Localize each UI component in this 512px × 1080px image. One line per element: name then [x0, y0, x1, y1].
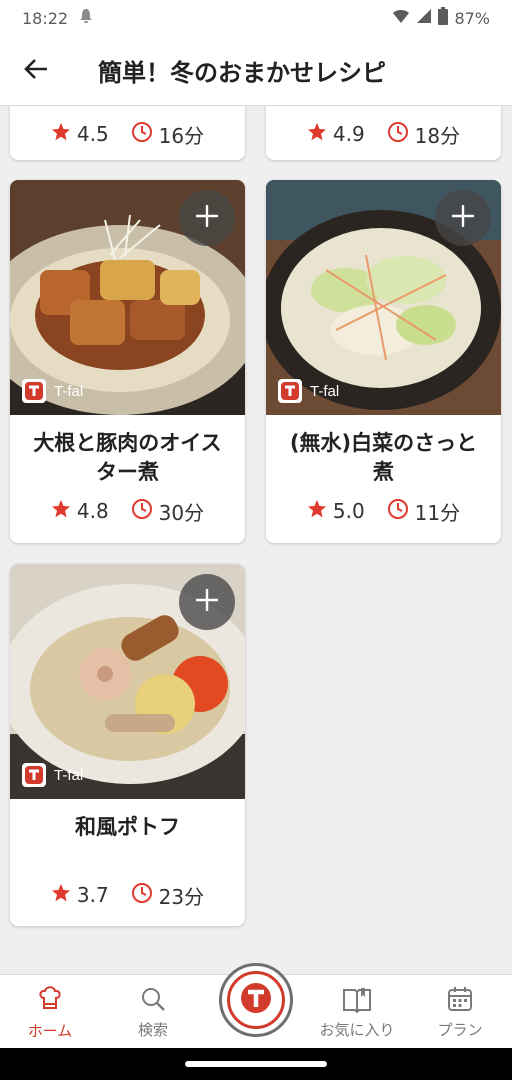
- plus-icon: [193, 202, 221, 234]
- recipe-meta: 4.9 18分: [266, 114, 501, 154]
- add-to-plan-button[interactable]: [435, 190, 491, 246]
- brand-name: T-fal: [310, 382, 340, 400]
- recipe-grid[interactable]: 4.5 16分 4.9 18分 T-fal 大根と豚肉のオイスター煮 4.8 3…: [0, 106, 512, 974]
- calendar-icon: [446, 985, 474, 1017]
- clock-icon: [131, 121, 153, 148]
- notification-bell-icon: [78, 8, 94, 28]
- add-to-plan-button[interactable]: [179, 190, 235, 246]
- battery-icon: [438, 7, 449, 29]
- nav-search[interactable]: 検索: [103, 975, 203, 1049]
- clock-icon: [387, 498, 409, 525]
- brand-tag: T-fal: [22, 379, 83, 403]
- star-icon: [51, 122, 71, 147]
- star-icon: [307, 499, 327, 524]
- home-gesture-bar[interactable]: [185, 1061, 327, 1067]
- tfal-logo-icon: [22, 379, 46, 403]
- back-button[interactable]: [0, 36, 72, 106]
- nav-plan[interactable]: プラン: [410, 975, 510, 1049]
- brand-name: T-fal: [54, 382, 84, 400]
- recipe-time: 16分: [158, 123, 205, 148]
- nav-home[interactable]: ホーム: [0, 975, 100, 1049]
- recipe-rating: 3.7: [76, 883, 109, 907]
- signal-icon: [416, 8, 432, 28]
- recipe-meta: 4.8 30分: [10, 491, 245, 531]
- recipe-image: T-fal: [10, 564, 245, 799]
- search-icon: [139, 985, 167, 1017]
- tfal-logo-icon: [239, 981, 273, 1019]
- recipe-rating: 5.0: [332, 499, 365, 523]
- chef-icon: [35, 984, 65, 1018]
- recipe-time: 18分: [414, 123, 461, 148]
- star-icon: [51, 499, 71, 524]
- recipe-meta: 4.5 16分: [10, 114, 245, 154]
- system-nav-bar: [0, 1048, 512, 1080]
- bottom-nav: ホーム 検索 お気に入り プラン: [0, 963, 512, 1049]
- star-icon: [51, 883, 71, 908]
- nav-favorites-label: お気に入り: [319, 1020, 395, 1039]
- recipe-image: T-fal: [266, 180, 501, 415]
- book-icon: [342, 985, 372, 1017]
- plus-icon: [193, 586, 221, 618]
- page-title: 簡単！冬のおまかせレシピ: [98, 59, 386, 87]
- recipe-time: 30分: [158, 500, 205, 525]
- recipe-title: (無水)白菜のさっと煮: [289, 431, 478, 484]
- recipe-card[interactable]: T-fal 大根と豚肉のオイスター煮 4.8 30分: [10, 180, 245, 543]
- nav-search-label: 検索: [137, 1020, 168, 1039]
- nav-favorites[interactable]: お気に入り: [307, 975, 407, 1049]
- clock-icon: [387, 121, 409, 148]
- status-bar: 18:22 87%: [0, 0, 512, 36]
- wifi-icon: [392, 8, 410, 28]
- nav-home-label: ホーム: [27, 1021, 73, 1040]
- brand-tag: T-fal: [22, 763, 83, 787]
- plus-icon: [449, 202, 477, 234]
- status-time: 18:22: [22, 8, 69, 28]
- tfal-center-button[interactable]: [219, 963, 293, 1037]
- tfal-logo-icon: [22, 763, 46, 787]
- recipe-image: T-fal: [10, 180, 245, 415]
- tfal-logo-icon: [278, 379, 302, 403]
- add-to-plan-button[interactable]: [179, 574, 235, 630]
- app-bar: 簡単！冬のおまかせレシピ: [0, 36, 512, 106]
- clock-icon: [131, 882, 153, 909]
- recipe-meta: 5.0 11分: [266, 491, 501, 531]
- recipe-meta: 3.7 23分: [10, 875, 245, 915]
- clock-icon: [131, 498, 153, 525]
- recipe-card[interactable]: 4.9 18分: [266, 106, 501, 160]
- recipe-title: 和風ポトフ: [75, 815, 180, 839]
- recipe-time: 23分: [158, 884, 205, 909]
- nav-plan-label: プラン: [437, 1020, 483, 1039]
- battery-level: 87%: [454, 8, 490, 28]
- recipe-rating: 4.5: [76, 122, 109, 146]
- brand-tag: T-fal: [278, 379, 339, 403]
- recipe-rating: 4.9: [332, 122, 365, 146]
- back-arrow-icon: [23, 56, 49, 86]
- brand-name: T-fal: [54, 766, 84, 784]
- recipe-title: 大根と豚肉のオイスター煮: [33, 431, 222, 484]
- recipe-rating: 4.8: [76, 499, 109, 523]
- recipe-card[interactable]: 4.5 16分: [10, 106, 245, 160]
- recipe-card[interactable]: T-fal (無水)白菜のさっと煮 5.0 11分: [266, 180, 501, 543]
- recipe-card[interactable]: T-fal 和風ポトフ 3.7 23分: [10, 564, 245, 926]
- recipe-time: 11分: [414, 500, 461, 525]
- star-icon: [307, 122, 327, 147]
